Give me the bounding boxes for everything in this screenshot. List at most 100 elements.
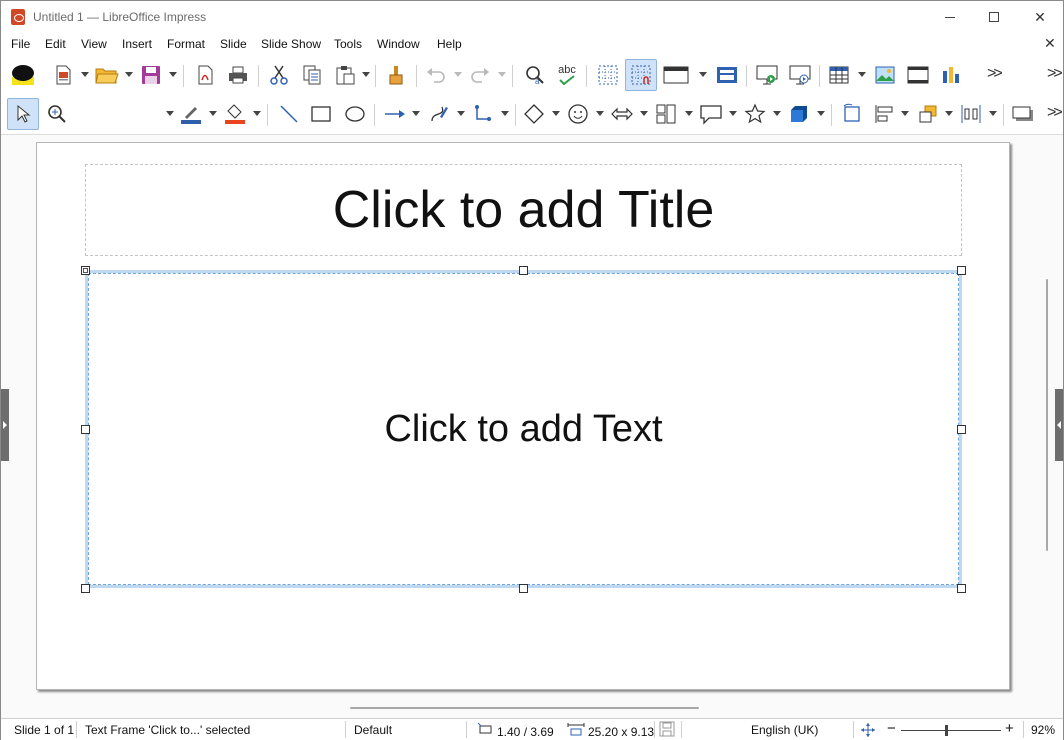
basic-shapes-button[interactable]	[520, 100, 548, 128]
master-slide-button[interactable]	[713, 61, 741, 89]
zoom-pan-button[interactable]	[43, 100, 71, 128]
block-arrows-button[interactable]	[608, 100, 636, 128]
insert-table-dropdown-arrow[interactable]	[858, 72, 866, 77]
menu-view[interactable]: View	[81, 37, 107, 51]
zoom-percentage[interactable]: 92%	[1031, 723, 1055, 737]
open-button[interactable]	[93, 61, 121, 89]
basic-shapes-dropdown-arrow[interactable]	[552, 111, 560, 116]
horizontal-scrollbar[interactable]	[350, 707, 699, 709]
toolbar-overflow-icon[interactable]: >>	[1047, 65, 1063, 83]
callout-dropdown-arrow[interactable]	[729, 111, 737, 116]
comment-button[interactable]	[9, 61, 37, 89]
clone-formatting-button[interactable]	[382, 61, 410, 89]
slide-counter[interactable]: Slide 1 of 1	[14, 723, 74, 737]
display-views-button[interactable]	[662, 61, 690, 89]
fit-slide-icon[interactable]	[860, 722, 876, 738]
font-style-dropdown-arrow[interactable]	[166, 111, 174, 116]
resize-handle-bottom-right[interactable]	[957, 584, 966, 593]
curves-polygons-button[interactable]	[425, 100, 453, 128]
line-color-button[interactable]	[177, 100, 205, 128]
export-pdf-button[interactable]	[191, 61, 219, 89]
paste-button[interactable]	[331, 61, 359, 89]
stars-banners-button[interactable]	[741, 100, 769, 128]
language-status[interactable]: English (UK)	[751, 723, 818, 737]
resize-handle-bottom-left[interactable]	[81, 584, 90, 593]
redo-dropdown-arrow[interactable]	[498, 72, 506, 77]
connectors-button[interactable]	[469, 100, 497, 128]
save-dropdown-arrow[interactable]	[169, 72, 177, 77]
menu-insert[interactable]: Insert	[122, 37, 152, 51]
display-grid-button[interactable]	[594, 61, 622, 89]
resize-handle-top[interactable]	[519, 266, 528, 275]
vertical-scrollbar[interactable]	[1046, 279, 1048, 551]
menu-format[interactable]: Format	[167, 37, 205, 51]
menu-edit[interactable]: Edit	[45, 37, 66, 51]
resize-handle-top-right[interactable]	[957, 266, 966, 275]
zoom-in-icon[interactable]: +	[1005, 720, 1014, 737]
zoom-out-icon[interactable]: −	[887, 720, 896, 737]
text-placeholder[interactable]: Click to add Text	[85, 270, 962, 588]
connectors-dropdown-arrow[interactable]	[501, 111, 509, 116]
new-dropdown-arrow[interactable]	[81, 72, 89, 77]
menu-slide-show[interactable]: Slide Show	[261, 37, 321, 51]
menu-help[interactable]: Help	[437, 37, 462, 51]
arrange-button[interactable]	[914, 100, 942, 128]
arrange-dropdown-arrow[interactable]	[945, 111, 953, 116]
symbol-shapes-button[interactable]	[564, 100, 592, 128]
start-from-current-slide-button[interactable]	[786, 61, 814, 89]
resize-handle-left[interactable]	[81, 425, 90, 434]
shadow-button[interactable]	[1009, 100, 1037, 128]
flowchart-dropdown-arrow[interactable]	[685, 111, 693, 116]
rotate-button[interactable]	[838, 100, 866, 128]
curves-dropdown-arrow[interactable]	[457, 111, 465, 116]
undo-dropdown-arrow[interactable]	[454, 72, 462, 77]
zoom-slider[interactable]	[901, 730, 1001, 731]
drawing-toolbar-overflow-icon[interactable]: >>	[1047, 104, 1063, 122]
distribute-dropdown-arrow[interactable]	[989, 111, 997, 116]
insert-chart-button[interactable]	[937, 61, 965, 89]
redo-button[interactable]	[466, 61, 494, 89]
close-window-button[interactable]: ✕	[1017, 1, 1063, 33]
resize-handle-right[interactable]	[957, 425, 966, 434]
menu-window[interactable]: Window	[377, 37, 420, 51]
snap-to-grid-button[interactable]	[625, 59, 657, 91]
3d-objects-button[interactable]	[785, 100, 813, 128]
print-button[interactable]	[224, 61, 252, 89]
menu-tools[interactable]: Tools	[334, 37, 362, 51]
insert-ellipse-button[interactable]	[341, 100, 369, 128]
copy-button[interactable]	[298, 61, 326, 89]
fill-color-button[interactable]	[221, 100, 249, 128]
insert-image-button[interactable]	[871, 61, 899, 89]
lines-arrows-dropdown-arrow[interactable]	[412, 111, 420, 116]
menu-slide[interactable]: Slide	[220, 37, 247, 51]
align-objects-button[interactable]	[870, 100, 898, 128]
fill-color-dropdown-arrow[interactable]	[253, 111, 261, 116]
paste-dropdown-arrow[interactable]	[362, 72, 370, 77]
3d-objects-dropdown-arrow[interactable]	[817, 111, 825, 116]
spellcheck-button[interactable]: abc	[553, 61, 581, 89]
more-toolbar-items-icon[interactable]: >>	[987, 65, 1003, 83]
block-arrows-dropdown-arrow[interactable]	[640, 111, 648, 116]
line-color-dropdown-arrow[interactable]	[209, 111, 217, 116]
insert-media-button[interactable]	[904, 61, 932, 89]
cut-button[interactable]	[265, 61, 293, 89]
find-replace-button[interactable]: a	[521, 61, 549, 89]
callout-shapes-button[interactable]	[697, 100, 725, 128]
zoom-slider-knob[interactable]	[945, 725, 948, 736]
new-button[interactable]	[49, 61, 77, 89]
insert-rectangle-button[interactable]	[307, 100, 335, 128]
select-button[interactable]	[7, 98, 39, 130]
open-dropdown-arrow[interactable]	[125, 72, 133, 77]
save-button[interactable]	[137, 61, 165, 89]
insert-table-button[interactable]	[825, 61, 853, 89]
insert-line-button[interactable]	[275, 100, 303, 128]
flowchart-button[interactable]	[652, 100, 680, 128]
align-dropdown-arrow[interactable]	[901, 111, 909, 116]
symbol-shapes-dropdown-arrow[interactable]	[596, 111, 604, 116]
lines-arrows-button[interactable]	[381, 100, 409, 128]
master-slide-name[interactable]: Default	[354, 723, 392, 737]
distribute-button[interactable]	[957, 100, 985, 128]
display-views-dropdown-arrow[interactable]	[699, 72, 707, 77]
resize-handle-bottom[interactable]	[519, 584, 528, 593]
start-from-first-slide-button[interactable]	[753, 61, 781, 89]
